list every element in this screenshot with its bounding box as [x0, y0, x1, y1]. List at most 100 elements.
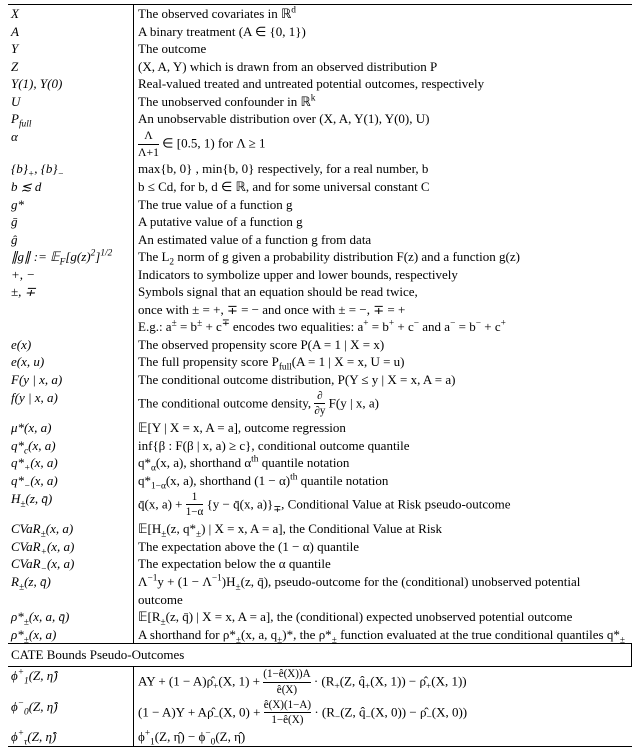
notation-row: ±, ∓Symbols signal that an equation shou… [8, 283, 632, 301]
notation-row: CVaR−(x, a)The expectation below the α q… [8, 555, 632, 573]
notation-row: e(x)The observed propensity score P(A = … [8, 336, 632, 354]
notation-row: ḡA putative value of a function g [8, 213, 632, 231]
symbol-cell: g* [8, 196, 134, 214]
notation-row: +, −Indicators to symbolize upper and lo… [8, 266, 632, 284]
symbol-cell: U [8, 93, 134, 111]
notation-table: XThe observed covariates in ℝdAA binary … [8, 4, 632, 747]
description-cell: 𝔼[Y | X = x, A = a], outcome regression [134, 419, 632, 437]
symbol-cell: CVaR−(x, a) [8, 555, 134, 573]
symbol-cell: ϕ+τ(Z, η̂) [8, 728, 134, 746]
description-cell: (X, A, Y) which is drawn from an observe… [134, 58, 632, 76]
notation-row: CVaR+(x, a)The expectation above the (1 … [8, 538, 632, 556]
notation-row: g*The true value of a function g [8, 196, 632, 214]
description-cell: The conditional outcome distribution, P(… [134, 371, 632, 389]
description-cell: The true value of a function g [134, 196, 632, 214]
cate-row: ϕ+1(Z, η̂)AY + (1 − A)ρ̂+(X, 1) + (1−ê(X… [8, 666, 632, 697]
description-cell: ΛΛ+1 ∈ [0.5, 1) for Λ ≥ 1 [134, 128, 632, 161]
description-cell: AY + (1 − A)ρ̂+(X, 1) + (1−ê(X))Aê(X) · … [134, 666, 632, 697]
notation-row: μ*(x, a)𝔼[Y | X = x, A = a], outcome reg… [8, 419, 632, 437]
cate-row: ϕ+τ(Z, η̂)ϕ+1(Z, η̂) − ϕ−0(Z, η̂) [8, 728, 632, 746]
description-cell: E.g.: a± = b± + c∓ encodes two equalitie… [134, 318, 632, 336]
description-cell: The full propensity score Pfull(A = 1 | … [134, 353, 632, 371]
symbol-cell [8, 318, 134, 336]
notation-row: ρ*±(x, a)A shorthand for ρ*±(x, a, q±)*,… [8, 626, 632, 644]
notation-row: ρ*±(x, a, q̄)𝔼[R±(z, q̄) | X = x, A = a]… [8, 608, 632, 626]
description-cell: The L2 norm of g given a probability dis… [134, 248, 632, 266]
description-cell: inf{β : F(β | x, a) ≥ c}, conditional ou… [134, 437, 632, 455]
notation-row: b ≲ db ≤ Cd, for b, d ∈ ℝ, and for some … [8, 178, 632, 196]
symbol-cell: CVaR±(x, a) [8, 520, 134, 538]
notation-row: e(x, u)The full propensity score Pfull(A… [8, 353, 632, 371]
notation-row: ∥g∥ := 𝔼F[g(z)2]1/2The L2 norm of g give… [8, 248, 632, 266]
notation-row: F(y | x, a)The conditional outcome distr… [8, 371, 632, 389]
section-header: CATE Bounds Pseudo-Outcomes [8, 644, 632, 667]
symbol-cell: ∥g∥ := 𝔼F[g(z)2]1/2 [8, 248, 134, 266]
symbol-cell: ϕ+1(Z, η̂) [8, 666, 134, 697]
symbol-cell: b ≲ d [8, 178, 134, 196]
symbol-cell: ϕ−0(Z, η̂) [8, 698, 134, 729]
notation-row: CVaR±(x, a)𝔼[H±(z, q*±) | X = x, A = a],… [8, 520, 632, 538]
symbol-cell: H±(z, q̄) [8, 490, 134, 521]
symbol-cell: ±, ∓ [8, 283, 134, 301]
description-cell: q̄(x, a) + 11−α {y − q̄(x, a)}∓, Conditi… [134, 490, 632, 521]
symbol-cell: Z [8, 58, 134, 76]
symbol-cell: e(x) [8, 336, 134, 354]
symbol-cell: +, − [8, 266, 134, 284]
description-cell: The expectation above the (1 − α) quanti… [134, 538, 632, 556]
description-cell: Λ−1y + (1 − Λ−1)H±(z, q̄), pseudo-outcom… [134, 573, 632, 608]
symbol-cell: q*+(x, a) [8, 454, 134, 472]
description-cell: An estimated value of a function g from … [134, 231, 632, 249]
symbol-cell: CVaR+(x, a) [8, 538, 134, 556]
description-cell: q*α(x, a), shorthand αth quantile notati… [134, 454, 632, 472]
cate-row: ϕ−0(Z, η̂)(1 − A)Y + Aρ̂−(X, 0) + ê(X)(1… [8, 698, 632, 729]
description-cell: A binary treatment (A ∈ {0, 1}) [134, 23, 632, 41]
notation-row: Z(X, A, Y) which is drawn from an observ… [8, 58, 632, 76]
description-cell: Indicators to symbolize upper and lower … [134, 266, 632, 284]
notation-row: XThe observed covariates in ℝd [8, 5, 632, 23]
description-cell: Real-valued treated and untreated potent… [134, 75, 632, 93]
symbol-cell: q*−(x, a) [8, 472, 134, 490]
symbol-cell: {b}+, {b}− [8, 160, 134, 178]
notation-row: {b}+, {b}−max{b, 0} , min{b, 0} respecti… [8, 160, 632, 178]
symbol-cell: A [8, 23, 134, 41]
description-cell: Symbols signal that an equation should b… [134, 283, 632, 301]
notation-row: E.g.: a± = b± + c∓ encodes two equalitie… [8, 318, 632, 336]
symbol-cell: Y [8, 40, 134, 58]
description-cell: The expectation below the α quantile [134, 555, 632, 573]
description-cell: max{b, 0} , min{b, 0} respectively, for … [134, 160, 632, 178]
notation-row: q*+(x, a)q*α(x, a), shorthand αth quanti… [8, 454, 632, 472]
description-cell: 𝔼[H±(z, q*±) | X = x, A = a], the Condit… [134, 520, 632, 538]
notation-row: H±(z, q̄)q̄(x, a) + 11−α {y − q̄(x, a)}∓… [8, 490, 632, 521]
symbol-cell: F(y | x, a) [8, 371, 134, 389]
description-cell: once with ± = +, ∓ = − and once with ± =… [134, 301, 632, 319]
description-cell: An unobservable distribution over (X, A,… [134, 110, 632, 128]
symbol-cell: μ*(x, a) [8, 419, 134, 437]
symbol-cell: ρ*±(x, a) [8, 626, 134, 644]
description-cell: 𝔼[R±(z, q̄) | X = x, A = a], the (condit… [134, 608, 632, 626]
notation-row: PfullAn unobservable distribution over (… [8, 110, 632, 128]
symbol-cell: α [8, 128, 134, 161]
notation-row: ĝAn estimated value of a function g from… [8, 231, 632, 249]
notation-row: YThe outcome [8, 40, 632, 58]
symbol-cell: ρ*±(x, a, q̄) [8, 608, 134, 626]
notation-row: q*−(x, a)q*1−α(x, a), shorthand (1 − α)t… [8, 472, 632, 490]
notation-row: R±(z, q̄)Λ−1y + (1 − Λ−1)H±(z, q̄), pseu… [8, 573, 632, 608]
description-cell: The unobserved confounder in ℝk [134, 93, 632, 111]
symbol-cell: Y(1), Y(0) [8, 75, 134, 93]
description-cell: A putative value of a function g [134, 213, 632, 231]
symbol-cell [8, 301, 134, 319]
description-cell: The observed propensity score P(A = 1 | … [134, 336, 632, 354]
description-cell: q*1−α(x, a), shorthand (1 − α)th quantil… [134, 472, 632, 490]
description-cell: A shorthand for ρ*±(x, a, q±)*, the ρ*± … [134, 626, 632, 644]
notation-row: UThe unobserved confounder in ℝk [8, 93, 632, 111]
symbol-cell: Pfull [8, 110, 134, 128]
symbol-cell: ḡ [8, 213, 134, 231]
notation-row: q*c(x, a)inf{β : F(β | x, a) ≥ c}, condi… [8, 437, 632, 455]
notation-row: Y(1), Y(0)Real-valued treated and untrea… [8, 75, 632, 93]
symbol-cell: ĝ [8, 231, 134, 249]
notation-row: AA binary treatment (A ∈ {0, 1}) [8, 23, 632, 41]
symbol-cell: e(x, u) [8, 353, 134, 371]
notation-row: f(y | x, a)The conditional outcome densi… [8, 389, 632, 420]
symbol-cell: R±(z, q̄) [8, 573, 134, 608]
description-cell: The observed covariates in ℝd [134, 5, 632, 23]
